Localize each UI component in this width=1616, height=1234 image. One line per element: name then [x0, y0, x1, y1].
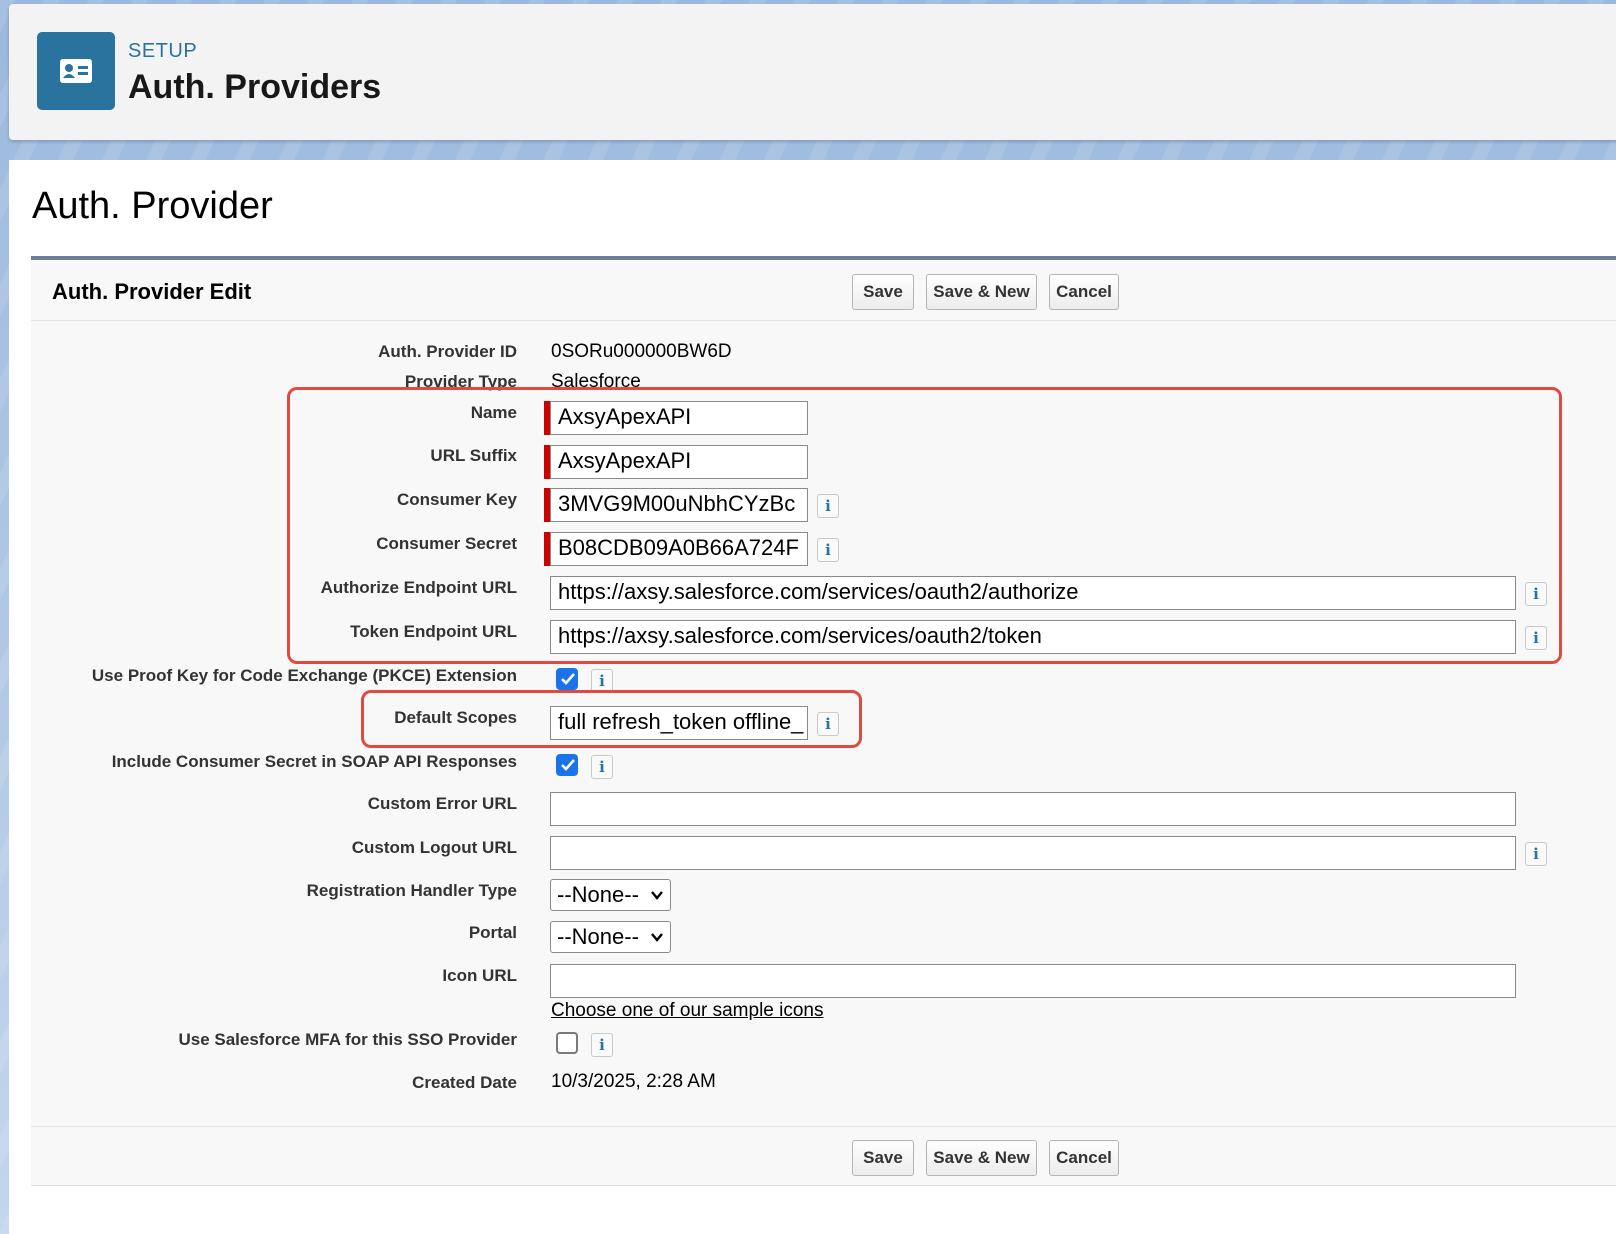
- registration-handler-label: Registration Handler Type: [306, 881, 517, 900]
- checkmark-icon: [561, 759, 575, 771]
- save-button[interactable]: Save: [852, 1140, 914, 1176]
- cancel-button[interactable]: Cancel: [1049, 1140, 1119, 1176]
- include-secret-label: Include Consumer Secret in SOAP API Resp…: [111, 752, 517, 771]
- chevron-down-icon: [651, 891, 663, 900]
- info-icon[interactable]: i: [1525, 842, 1547, 866]
- custom-logout-url-label: Custom Logout URL: [351, 838, 517, 857]
- checkmark-icon: [561, 673, 575, 685]
- registration-handler-select[interactable]: --None--: [550, 879, 671, 911]
- portal-label: Portal: [468, 923, 517, 942]
- panel-footer: Save Save & New Cancel: [31, 1126, 1616, 1190]
- contact-card-icon: [37, 32, 115, 110]
- created-date-label: Created Date: [412, 1073, 517, 1092]
- breadcrumb: SETUP: [128, 40, 198, 62]
- panel-title: Auth. Provider Edit: [52, 279, 252, 304]
- highlight-box-credentials: [287, 387, 1562, 664]
- provider-id-value: 0SORu000000BW6D: [551, 341, 732, 362]
- info-icon[interactable]: i: [591, 1033, 613, 1057]
- mfa-label: Use Salesforce MFA for this SSO Provider: [178, 1030, 517, 1049]
- page-header-title: Auth. Providers: [128, 68, 382, 106]
- setup-header: SETUP Auth. Providers: [9, 4, 1616, 140]
- icon-url-label: Icon URL: [442, 966, 517, 985]
- mfa-checkbox[interactable]: [556, 1032, 578, 1054]
- pkce-checkbox[interactable]: [556, 668, 578, 690]
- custom-error-url-input[interactable]: [550, 792, 1516, 826]
- highlight-box-scopes: [361, 690, 862, 748]
- registration-handler-selected: --None--: [557, 882, 639, 907]
- save-button[interactable]: Save: [852, 274, 914, 310]
- include-secret-checkbox[interactable]: [556, 754, 578, 776]
- provider-id-label: Auth. Provider ID: [378, 342, 517, 361]
- main-content: Auth. Provider Auth. Provider Edit Save …: [9, 160, 1616, 1234]
- cancel-button[interactable]: Cancel: [1049, 274, 1119, 310]
- page-title: Auth. Provider: [32, 185, 273, 227]
- chevron-down-icon: [651, 933, 663, 942]
- custom-error-url-label: Custom Error URL: [367, 794, 517, 813]
- portal-selected: --None--: [557, 924, 639, 949]
- icon-url-input[interactable]: [550, 964, 1516, 998]
- panel-header: Auth. Provider Edit Save Save & New Canc…: [31, 260, 1616, 321]
- save-and-new-button[interactable]: Save & New: [926, 1140, 1037, 1176]
- portal-select[interactable]: --None--: [550, 921, 671, 953]
- save-and-new-button[interactable]: Save & New: [926, 274, 1037, 310]
- custom-logout-url-input[interactable]: [550, 836, 1516, 870]
- pkce-label: Use Proof Key for Code Exchange (PKCE) E…: [91, 666, 517, 685]
- created-date-value: 10/3/2025, 2:28 AM: [551, 1071, 716, 1092]
- sample-icons-link[interactable]: Choose one of our sample icons: [551, 1000, 824, 1022]
- edit-panel: Auth. Provider Edit Save Save & New Canc…: [31, 256, 1616, 1186]
- info-icon[interactable]: i: [591, 755, 613, 779]
